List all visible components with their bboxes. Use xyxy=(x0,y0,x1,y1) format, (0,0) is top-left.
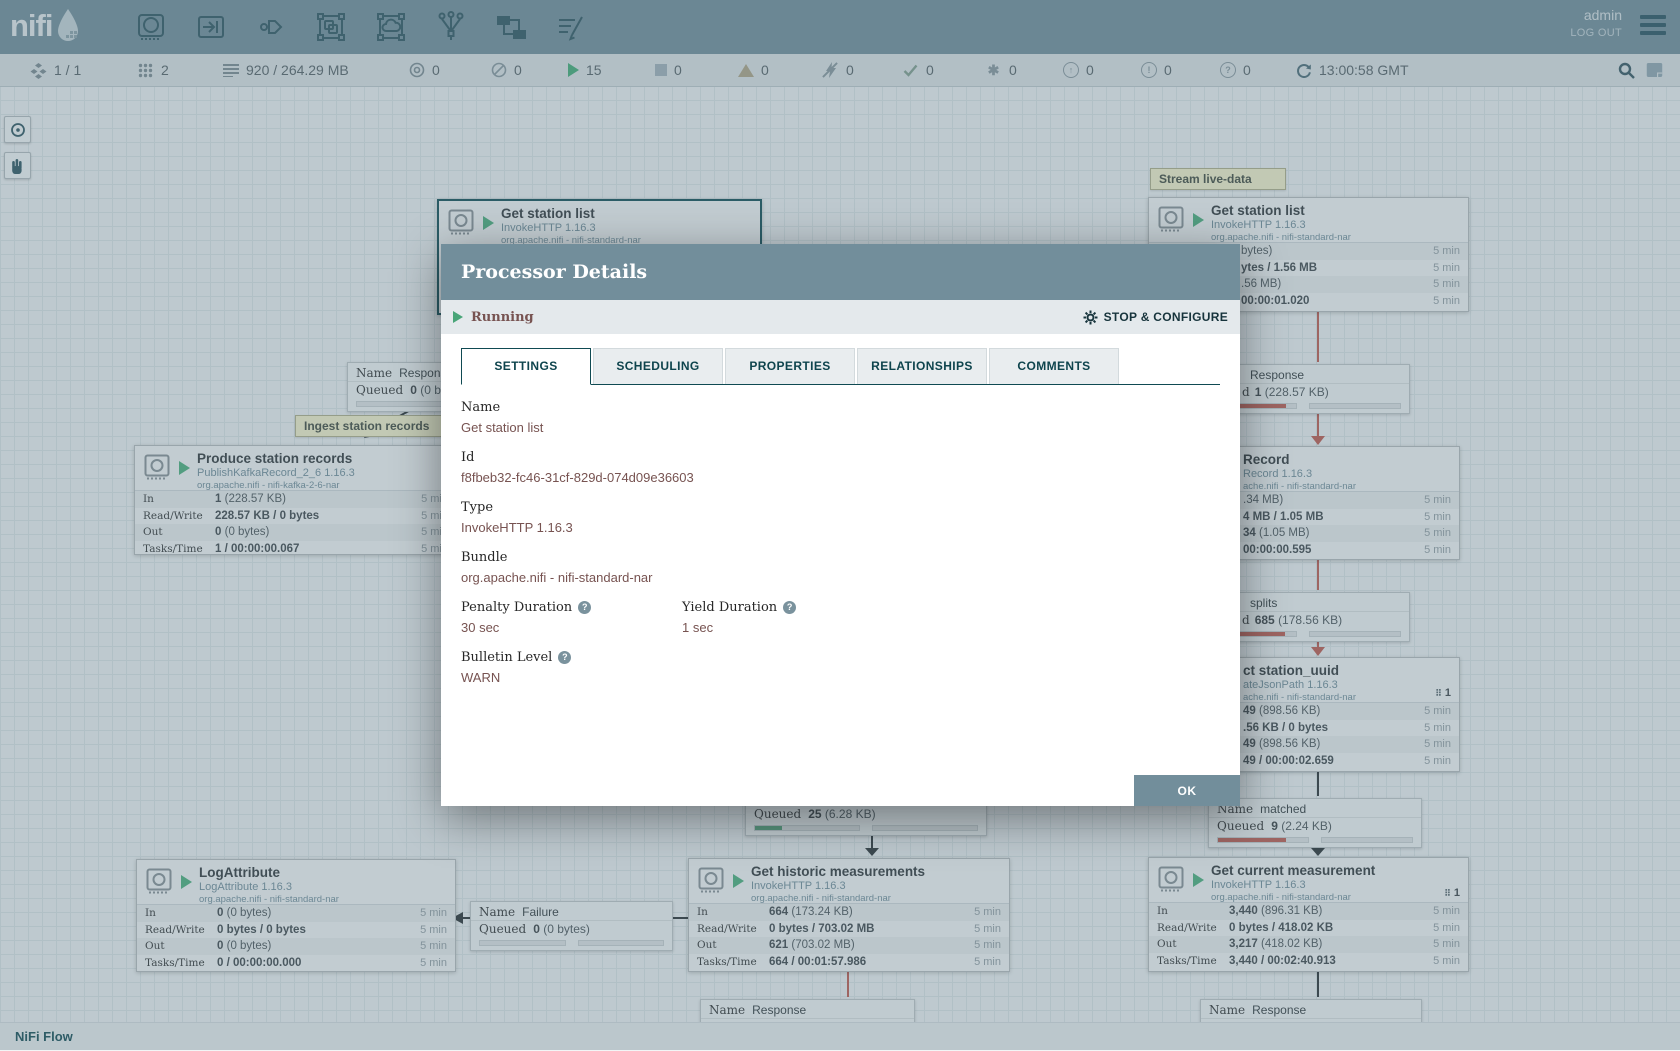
field-type-value: InvokeHTTP 1.16.3 xyxy=(461,520,1220,535)
stop-and-configure-button[interactable]: STOP & CONFIGURE xyxy=(1083,310,1228,325)
help-icon[interactable]: ? xyxy=(783,601,796,614)
ok-button[interactable]: OK xyxy=(1134,775,1240,806)
field-penalty-duration: Penalty Duration? 30 sec xyxy=(461,600,682,635)
run-status-text: Running xyxy=(471,310,534,325)
field-yield-value: 1 sec xyxy=(682,620,796,635)
field-penalty-value: 30 sec xyxy=(461,620,682,635)
field-id: Id f8fbeb32-fc46-31cf-829d-074d09e36603 xyxy=(461,450,1220,485)
running-status-icon xyxy=(453,311,463,323)
field-name: Name Get station list xyxy=(461,400,1220,435)
dialog-tabs: SETTINGS SCHEDULING PROPERTIES RELATIONS… xyxy=(461,348,1220,385)
tab-settings[interactable]: SETTINGS xyxy=(461,348,591,385)
field-yield-duration: Yield Duration? 1 sec xyxy=(682,600,796,635)
field-bulletin-value: WARN xyxy=(461,670,1220,685)
dialog-title: Processor Details xyxy=(441,244,1240,300)
tab-comments[interactable]: COMMENTS xyxy=(989,348,1119,384)
field-bundle-value: org.apache.nifi - nifi-standard-nar xyxy=(461,570,1220,585)
field-type: Type InvokeHTTP 1.16.3 xyxy=(461,500,1220,535)
help-icon[interactable]: ? xyxy=(578,601,591,614)
tab-scheduling[interactable]: SCHEDULING xyxy=(593,348,723,384)
field-id-value: f8fbeb32-fc46-31cf-829d-074d09e36603 xyxy=(461,470,1220,485)
field-bundle: Bundle org.apache.nifi - nifi-standard-n… xyxy=(461,550,1220,585)
dialog-status-bar: Running STOP & CONFIGURE xyxy=(441,300,1240,334)
tab-properties[interactable]: PROPERTIES xyxy=(725,348,855,384)
field-bulletin-level: Bulletin Level? WARN xyxy=(461,650,1220,685)
tab-relationships[interactable]: RELATIONSHIPS xyxy=(857,348,987,384)
processor-details-dialog: Processor Details Running STOP & CONFIGU… xyxy=(441,244,1240,806)
gear-icon xyxy=(1083,310,1098,325)
help-icon[interactable]: ? xyxy=(558,651,571,664)
field-name-value: Get station list xyxy=(461,420,1220,435)
